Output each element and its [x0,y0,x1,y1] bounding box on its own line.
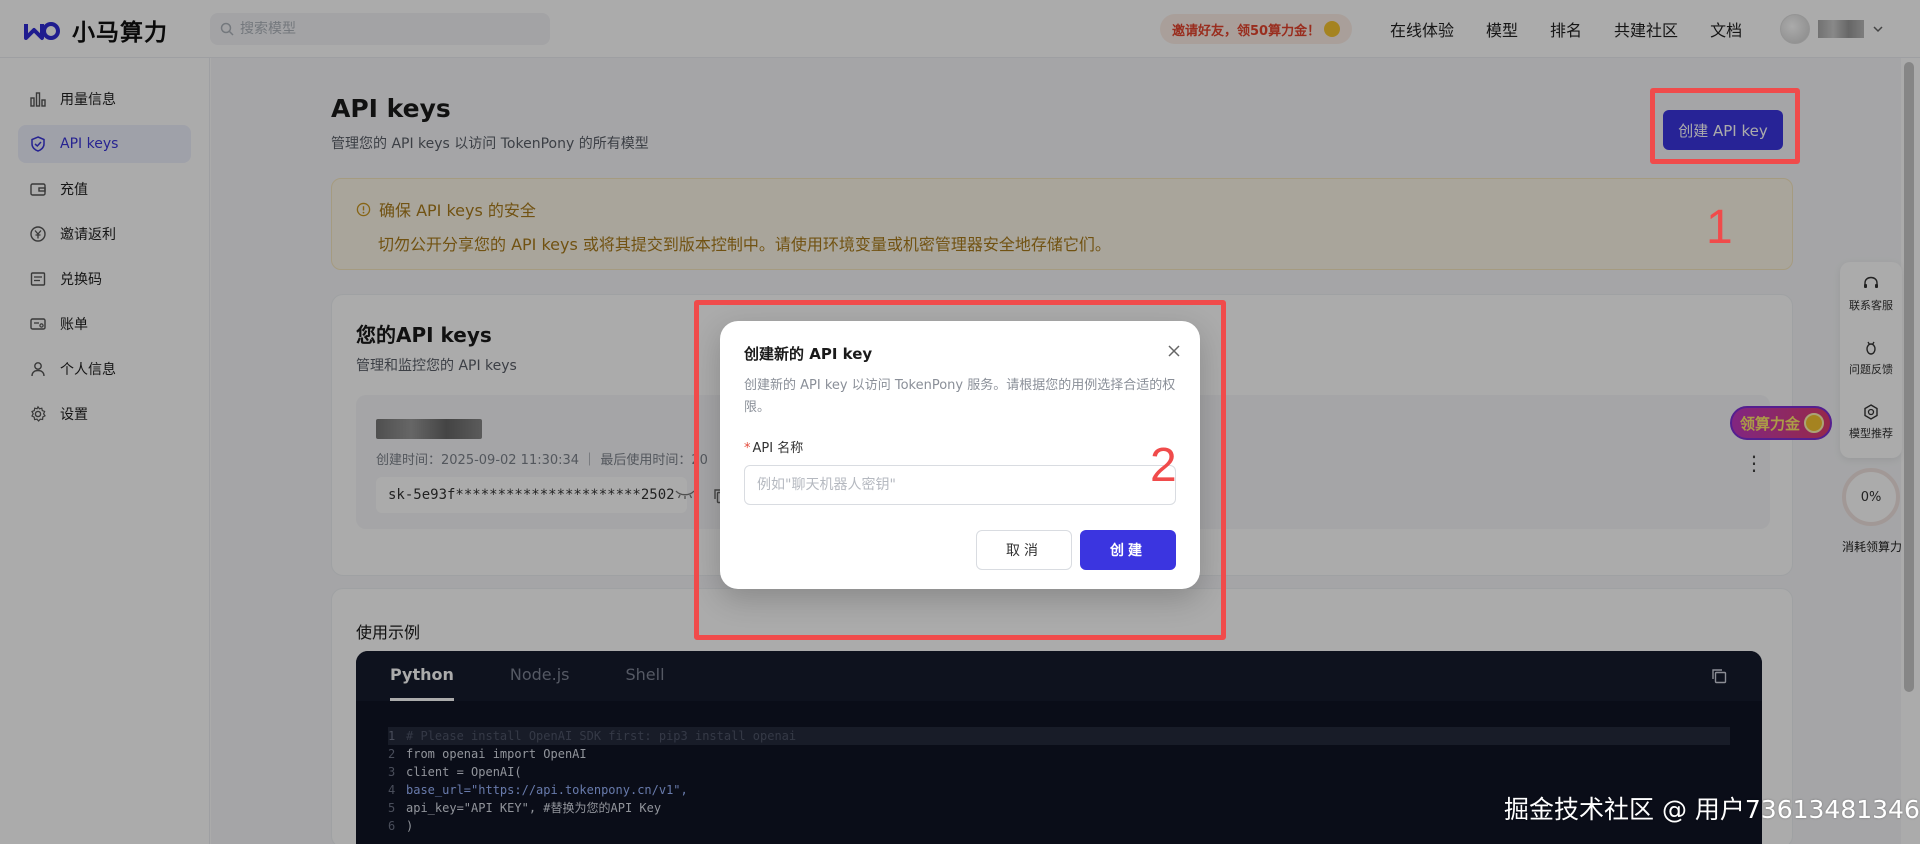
watermark: 掘金技术社区 @ 用户73613481346 [1504,795,1920,824]
annotation-box-2 [694,300,1226,640]
annotation-number-2: 2 [1150,439,1177,492]
annotation-number-1: 1 [1706,201,1733,254]
annotation-box-1 [1650,88,1800,164]
